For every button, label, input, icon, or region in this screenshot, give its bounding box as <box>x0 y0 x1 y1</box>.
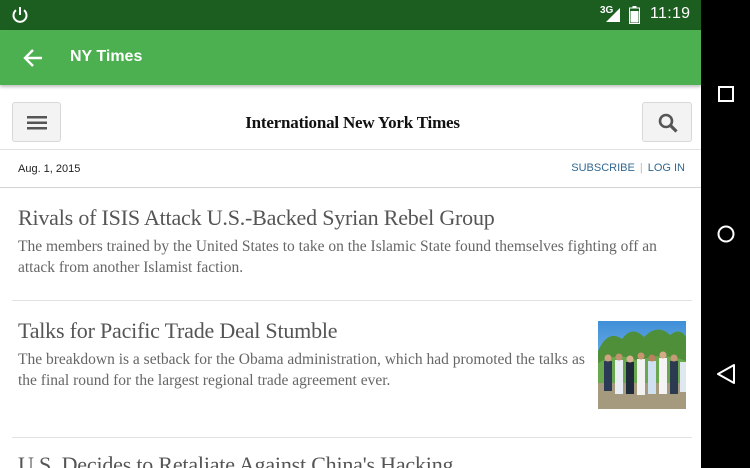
date-row: Aug. 1, 2015 SUBSCRIBE | LOG IN <box>0 151 701 188</box>
group-photo-image <box>598 321 686 409</box>
article-headline[interactable]: U.S. Decides to Retaliate Against China'… <box>18 452 454 468</box>
battery-icon <box>629 6 640 24</box>
hamburger-icon <box>27 116 47 130</box>
article-thumbnail[interactable] <box>598 321 686 409</box>
power-icon <box>12 7 28 23</box>
article-item[interactable]: Rivals of ISIS Attack U.S.-Backed Syrian… <box>12 189 692 301</box>
recent-apps-icon[interactable] <box>715 84 737 104</box>
article-item[interactable]: U.S. Decides to Retaliate Against China'… <box>12 438 692 468</box>
article-summary: The breakdown is a setback for the Obama… <box>18 351 585 389</box>
search-button[interactable] <box>642 102 692 142</box>
app-bar: NY Times <box>0 30 701 85</box>
login-link[interactable]: LOG IN <box>648 162 685 174</box>
article-headline[interactable]: Rivals of ISIS Attack U.S.-Backed Syrian… <box>18 205 495 231</box>
site-header: International New York Times <box>0 85 701 150</box>
article-summary: The members trained by the United States… <box>18 238 657 276</box>
back-arrow-icon[interactable] <box>22 47 44 69</box>
status-bar: 3G 11:19 <box>0 0 701 30</box>
home-icon[interactable] <box>715 223 737 245</box>
navigation-bar <box>701 0 750 468</box>
subscribe-link[interactable]: SUBSCRIBE <box>571 162 635 174</box>
article-item[interactable]: Talks for Pacific Trade Deal Stumble The… <box>12 302 692 438</box>
webview[interactable]: International New York Times Aug. 1, 201… <box>0 85 701 468</box>
search-icon <box>658 113 678 133</box>
edition-date: Aug. 1, 2015 <box>18 163 81 175</box>
signal-icon <box>606 8 620 22</box>
article-headline[interactable]: Talks for Pacific Trade Deal Stumble <box>18 318 338 344</box>
status-clock: 11:19 <box>650 5 691 22</box>
app-title: NY Times <box>70 48 143 65</box>
masthead-logo[interactable]: International New York Times <box>200 113 505 133</box>
account-links: SUBSCRIBE | LOG IN <box>571 162 685 174</box>
link-separator: | <box>639 162 643 174</box>
menu-button[interactable] <box>12 102 61 142</box>
back-nav-icon[interactable] <box>715 363 737 385</box>
